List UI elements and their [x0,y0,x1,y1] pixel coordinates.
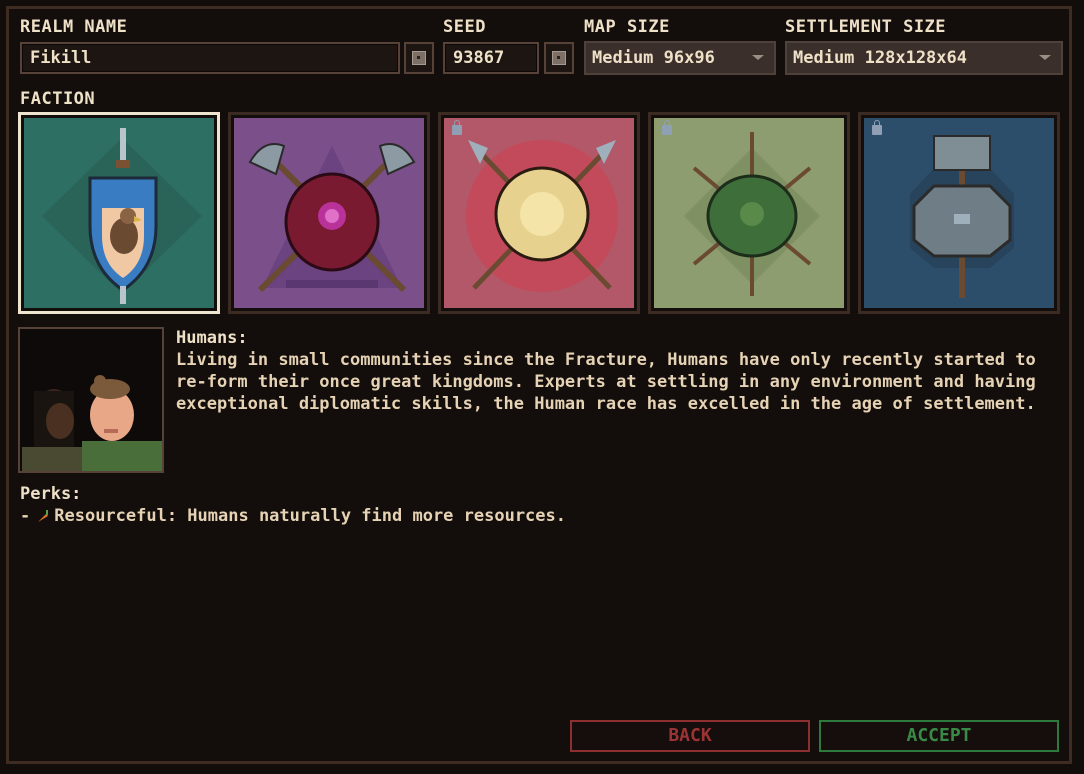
lock-icon [452,120,462,135]
carrot-icon [38,510,49,522]
humans-portrait-icon [20,329,162,471]
dice-icon [412,51,426,65]
spears-sun-shield-icon [466,140,618,292]
perk-prefix: - [20,506,31,526]
back-button[interactable]: BACK [570,720,810,752]
accept-button[interactable]: ACCEPT [819,720,1059,752]
perk-text: Resourceful: Humans naturally find more … [54,506,566,526]
faction-card-4[interactable] [648,112,850,314]
faction-card-5[interactable] [858,112,1060,314]
faction-card-2[interactable] [228,112,430,314]
perk-item: - Resourceful: Humans naturally find mor… [20,506,566,526]
faction-description: Living in small communities since the Fr… [176,350,1036,414]
sword-hawk-shield-icon [42,128,202,304]
perks-title: Perks: [20,484,82,504]
axes-shield-icon [248,143,416,293]
randomize-seed-button[interactable] [544,42,574,74]
map-size-dropdown[interactable]: Medium 96x96 [584,41,776,75]
faction-label: FACTION [20,89,96,109]
lock-icon [872,120,882,135]
realm-name-label: REALM NAME [20,17,128,37]
settlement-size-label: SETTLEMENT SIZE [785,17,947,37]
arrows-turtle-shell-icon [684,132,820,296]
chevron-down-icon [752,55,764,60]
settlement-size-dropdown[interactable]: Medium 128x128x64 [785,41,1063,75]
map-size-label: MAP SIZE [584,17,670,37]
faction-name: Humans: [176,328,248,348]
lock-icon [662,120,672,135]
realm-name-input[interactable]: Fikill [20,42,400,74]
dice-icon [552,51,566,65]
map-size-value: Medium 96x96 [592,48,715,68]
stone-hammer-icon [910,135,1014,298]
settlement-size-value: Medium 128x128x64 [793,48,967,68]
seed-label: SEED [443,17,486,37]
faction-card-3[interactable] [438,112,640,314]
seed-input[interactable]: 93867 [443,42,539,74]
faction-portrait [18,327,164,473]
randomize-name-button[interactable] [404,42,434,74]
faction-card-humans[interactable] [18,112,220,314]
chevron-down-icon [1039,55,1051,60]
